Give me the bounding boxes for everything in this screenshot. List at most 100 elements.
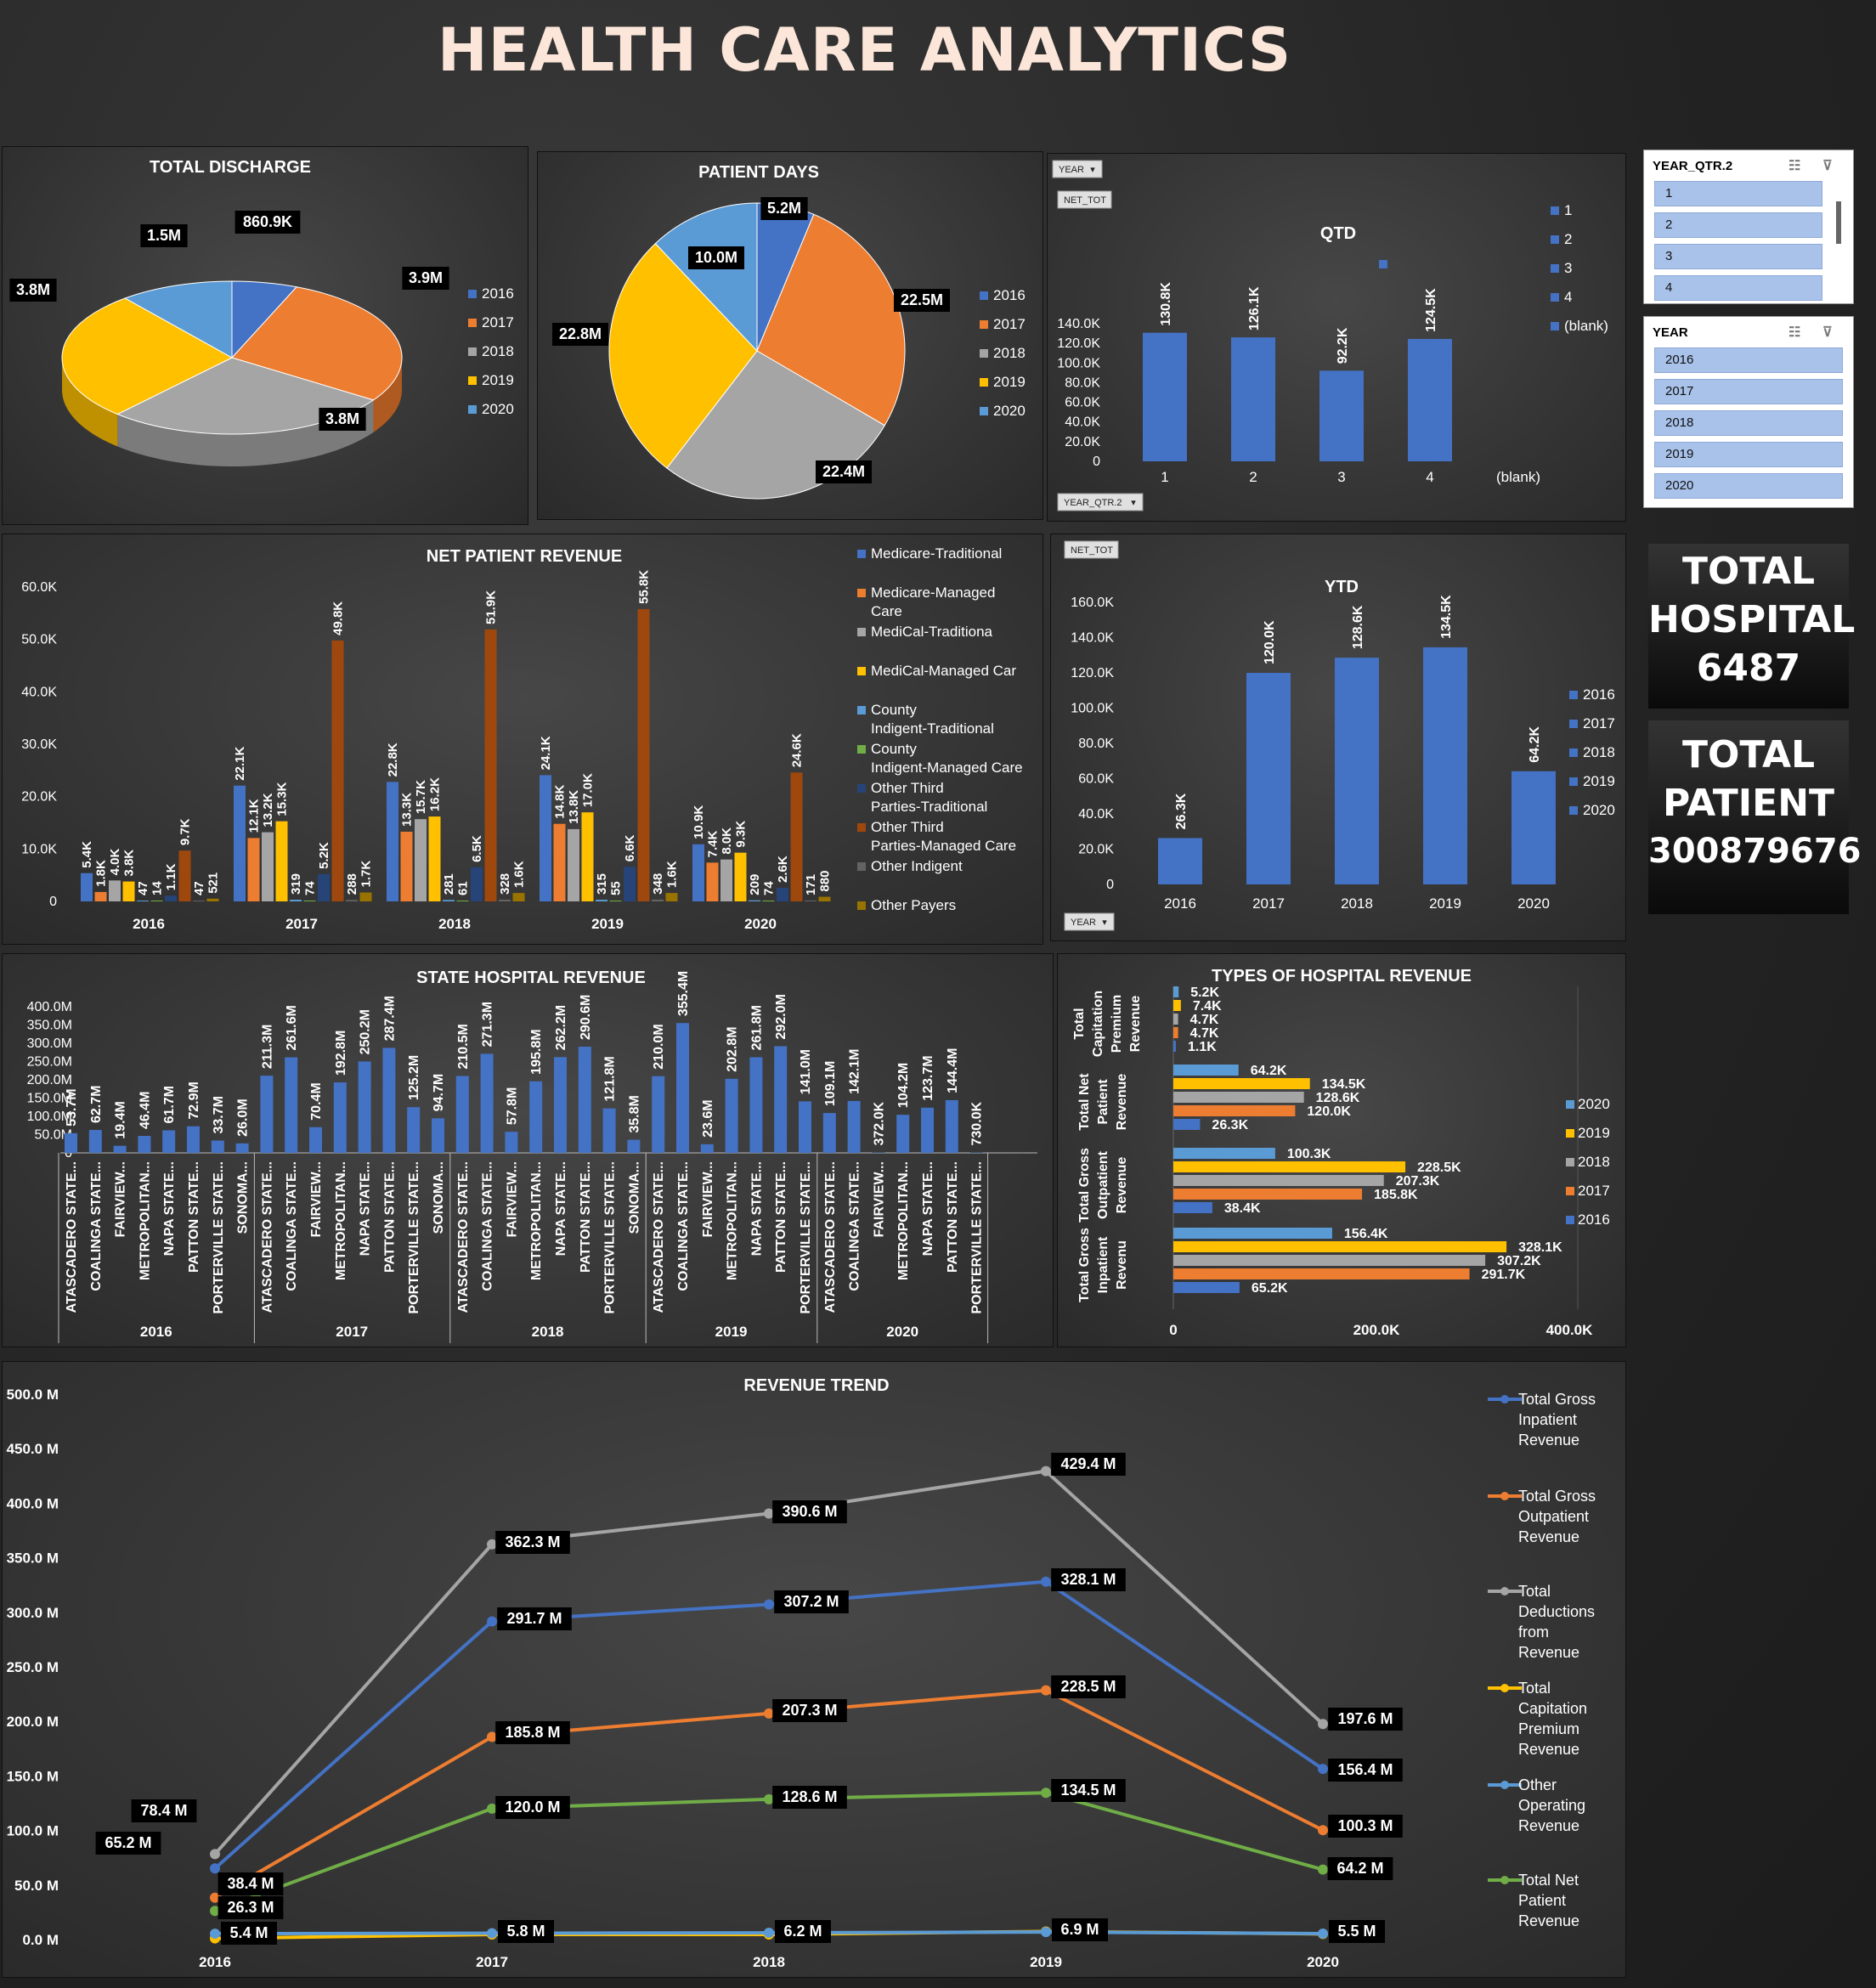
- data-label-MediCal-Managed Car-2018: 16.2K: [428, 777, 443, 811]
- slicer-item-qtr-2[interactable]: 2: [1654, 212, 1822, 238]
- data-label-Medicare-Traditional-2017: 22.1K: [233, 747, 247, 781]
- x-axis-category: SONOMA...: [236, 1161, 251, 1234]
- clear-filter-icon[interactable]: ⊽: [1822, 324, 1833, 341]
- legend-label-2016: 2016: [1583, 686, 1615, 703]
- year-qtr-slicer[interactable]: YEAR_QTR.2 ☷ ⊽ 1 2 3 4: [1643, 150, 1854, 304]
- chart-title: TYPES OF HOSPITAL REVENUE: [1212, 967, 1472, 986]
- x-axis-category: METROPOLITAN...: [529, 1161, 544, 1280]
- x-axis-category: NAPA STATE...: [554, 1161, 568, 1256]
- y-axis-tick: 160.0K: [1071, 596, 1114, 610]
- marker-Total Net Patient Revenue-2020: [1318, 1864, 1328, 1875]
- legend-marker: [1500, 1781, 1509, 1789]
- data-label-County Indigent-Managed Care-2019: 55: [609, 881, 624, 895]
- bar-Other Third Parties-Managed Care-2020: [790, 772, 803, 901]
- data-label-County Indigent-Managed Care-2016: 14: [150, 881, 165, 895]
- data-label-2018: 22.4M: [822, 463, 865, 480]
- multi-select-icon[interactable]: ☷: [1788, 157, 1800, 174]
- bar-2018-3: [1173, 1255, 1486, 1266]
- bar-PATTON STATE...-2020: [945, 1099, 958, 1153]
- bar-MediCal-Managed Car-2017: [275, 821, 288, 901]
- bar-MediCal-Managed Car-2018: [428, 816, 441, 901]
- slicer-item-2016[interactable]: 2016: [1654, 347, 1843, 373]
- data-label-2019: 134.5K: [1439, 595, 1454, 639]
- x-axis-group-2019: 2019: [715, 1324, 748, 1340]
- bar-2017-0: [1173, 1027, 1178, 1038]
- y-axis-tick: 350.0 M: [7, 1550, 59, 1567]
- chart-title: NET PATIENT REVENUE: [427, 547, 622, 566]
- x-axis-tick-2017: 2017: [476, 1954, 508, 1970]
- y-axis-tick: 450.0 M: [7, 1441, 59, 1457]
- data-label-2016: 26.3K: [1174, 793, 1189, 829]
- year-slicer[interactable]: YEAR ☷ ⊽ 2016 2017 2018 2019 2020: [1643, 316, 1854, 508]
- data-label-Other Third Parties-Traditional-2020: 2.6K: [776, 856, 790, 883]
- legend-swatch-(blank): [1551, 322, 1559, 330]
- marker-Other Operating Revenue-2016: [210, 1929, 220, 1940]
- chart-title: STATE HOSPITAL REVENUE: [416, 969, 646, 987]
- data-label-MediCal-Managed Car-2020: 9.3K: [734, 821, 749, 848]
- year-qtr-field-button-label: YEAR_QTR.2: [1064, 498, 1122, 508]
- x-axis-category: COALINGA STATE...: [285, 1161, 299, 1291]
- slicer-item-2017[interactable]: 2017: [1654, 379, 1843, 404]
- legend-swatch-2020: [1569, 806, 1578, 815]
- bar-Medicare-Traditional-2020: [692, 844, 704, 901]
- data-label-2017: 70.4M: [309, 1082, 324, 1120]
- legend-swatch-2017: [980, 320, 988, 329]
- slicer-item-qtr-1[interactable]: 1: [1654, 181, 1822, 206]
- data-label-MediCal-Managed Car-2017: 15.3K: [275, 782, 290, 816]
- bar-2019: [1423, 647, 1467, 884]
- legend-swatch-4: [1551, 293, 1559, 302]
- legend-marker: [1500, 1587, 1509, 1595]
- slicer-item-qtr-4[interactable]: 4: [1654, 275, 1822, 301]
- data-label-Total Deductions from Revenue-2017: 362.3 M: [505, 1533, 560, 1550]
- data-label-Other Indigent-2016: 47: [192, 881, 206, 895]
- x-axis-tick-2016: 2016: [199, 1954, 231, 1970]
- legend-label-2017: 2017: [1578, 1183, 1610, 1199]
- bar-COALINGA STATE...-2019: [676, 1023, 689, 1153]
- bar-Other Third Parties-Traditional-2018: [471, 867, 483, 901]
- y-axis-category-3: Revenu: [1115, 1240, 1129, 1290]
- data-label-3: 92.2K: [1336, 327, 1350, 364]
- data-label-Medicare-Traditional-2020: 10.9K: [692, 805, 706, 839]
- bar-Medicare-Traditional-2018: [387, 782, 398, 901]
- bar-MediCal-Traditiona-2016: [109, 880, 121, 901]
- data-label-Other Operating Revenue-2020: 5.5 M: [1337, 1923, 1376, 1940]
- bar-Medicare-Traditional-2019: [540, 775, 551, 901]
- bar-County Indigent-Traditional-2017: [290, 900, 302, 901]
- legend-stray-swatch: [1379, 260, 1387, 268]
- x-axis-category: NAPA STATE...: [749, 1161, 764, 1256]
- legend-label-1: 1: [1564, 202, 1572, 218]
- net-patient-revenue-svg: NET PATIENT REVENUE 0 10.0K 20.0K 30.0K 40.0K…: [21, 545, 1022, 932]
- slicer-item-2018[interactable]: 2018: [1654, 410, 1843, 436]
- bar-2017-2: [1173, 1189, 1363, 1200]
- bar-ATASCADERO STATE...-2020: [822, 1113, 836, 1153]
- y-axis-tick: 200.0M: [27, 1073, 72, 1087]
- legend-swatch-2020: [980, 407, 988, 415]
- slicer-item-2020[interactable]: 2020: [1654, 473, 1843, 499]
- bar-PATTON STATE...-2018: [578, 1047, 591, 1153]
- slicer-item-2019[interactable]: 2019: [1654, 442, 1843, 467]
- legend-swatch-3: [1551, 264, 1559, 273]
- bar-METROPOLITAN...-2020: [896, 1115, 910, 1153]
- legend-label: Medicare-Managed Care: [871, 585, 995, 619]
- bar-METROPOLITAN...-2017: [333, 1082, 347, 1153]
- bar-MediCal-Traditiona-2019: [568, 828, 579, 901]
- x-axis-tick-2020: 2020: [1517, 895, 1550, 912]
- legend-swatch-2019: [1566, 1129, 1574, 1138]
- legend-swatch-2017: [1566, 1187, 1574, 1195]
- data-label-Total Gross Inpatient Revenue-2016: 65.2 M: [105, 1834, 151, 1851]
- legend-label-3: 3: [1564, 260, 1572, 276]
- bar-2020: [1512, 771, 1556, 884]
- marker-Total Gross Inpatient Revenue-2018: [764, 1599, 774, 1610]
- legend-label-2016: 2016: [482, 285, 514, 302]
- data-label-2018: 307.2K: [1497, 1254, 1541, 1268]
- data-label-2019: 328.1K: [1518, 1240, 1562, 1255]
- x-axis-group-2020: 2020: [886, 1324, 918, 1340]
- multi-select-icon[interactable]: ☷: [1788, 324, 1800, 341]
- y-axis-tick: 30.0K: [21, 737, 57, 752]
- x-axis-category: COALINGA STATE...: [481, 1161, 495, 1291]
- slicer-item-qtr-3[interactable]: 3: [1654, 244, 1822, 269]
- clear-filter-icon[interactable]: ⊽: [1822, 157, 1833, 174]
- slicer-scrollbar[interactable]: [1836, 201, 1841, 244]
- data-label-Other Third Parties-Traditional-2019: 6.6K: [623, 834, 637, 861]
- data-label-2018: 195.8M: [529, 1029, 544, 1074]
